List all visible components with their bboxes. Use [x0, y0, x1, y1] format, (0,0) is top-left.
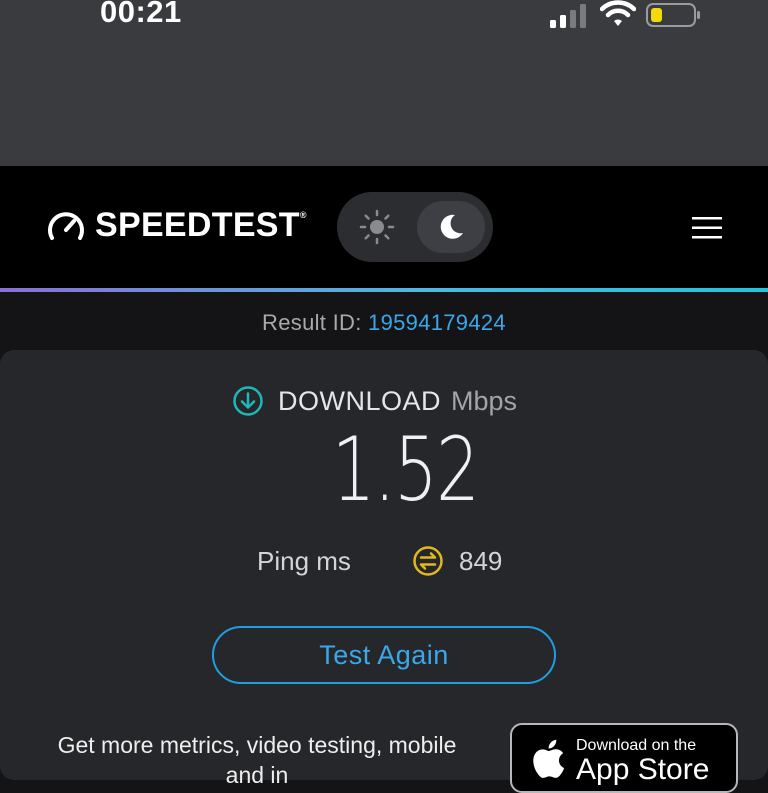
trademark-symbol: ® [299, 210, 307, 220]
status-bar: 00:21 [0, 0, 768, 166]
brand-name: SPEEDTEST [95, 206, 300, 244]
download-speed-value: 1.52 [331, 418, 480, 521]
ping-value: 849 [459, 546, 503, 576]
header-gradient-divider [0, 288, 768, 292]
sun-icon[interactable] [359, 209, 395, 245]
result-id-label: Result ID: [262, 310, 369, 335]
cellular-signal-icon [550, 4, 586, 28]
wifi-icon [600, 0, 636, 26]
app-header: SPEEDTEST® [0, 166, 768, 288]
ping-label: Ping ms [257, 546, 351, 576]
result-id-link[interactable]: 19594179424 [368, 310, 506, 335]
battery-low-icon [646, 3, 700, 27]
app-store-big-text: App Store [576, 753, 710, 786]
speedtest-gauge-icon [48, 212, 84, 240]
app-store-badge[interactable]: Download on the App Store [510, 723, 738, 793]
apple-logo-icon [533, 739, 565, 778]
result-id-row: Result ID: 19594179424 [0, 310, 768, 336]
download-header: DOWNLOAD Mbps [232, 384, 517, 418]
status-time: 00:21 [100, 0, 182, 29]
ping-icon [413, 546, 443, 576]
moon-icon [440, 214, 463, 239]
promo-text-line1: Get more metrics, video testing, mobile [57, 732, 457, 758]
theme-toggle[interactable] [337, 192, 493, 262]
dark-mode-selected[interactable] [417, 201, 485, 253]
download-label: DOWNLOAD [278, 385, 442, 416]
hamburger-menu-icon[interactable] [692, 216, 722, 240]
download-arrow-icon [233, 386, 263, 416]
download-unit: Mbps [451, 385, 518, 416]
brand-logo-text[interactable]: SPEEDTEST® [95, 206, 307, 245]
promo-text-line2: and in [225, 762, 289, 788]
test-again-button[interactable]: Test Again [212, 626, 556, 684]
